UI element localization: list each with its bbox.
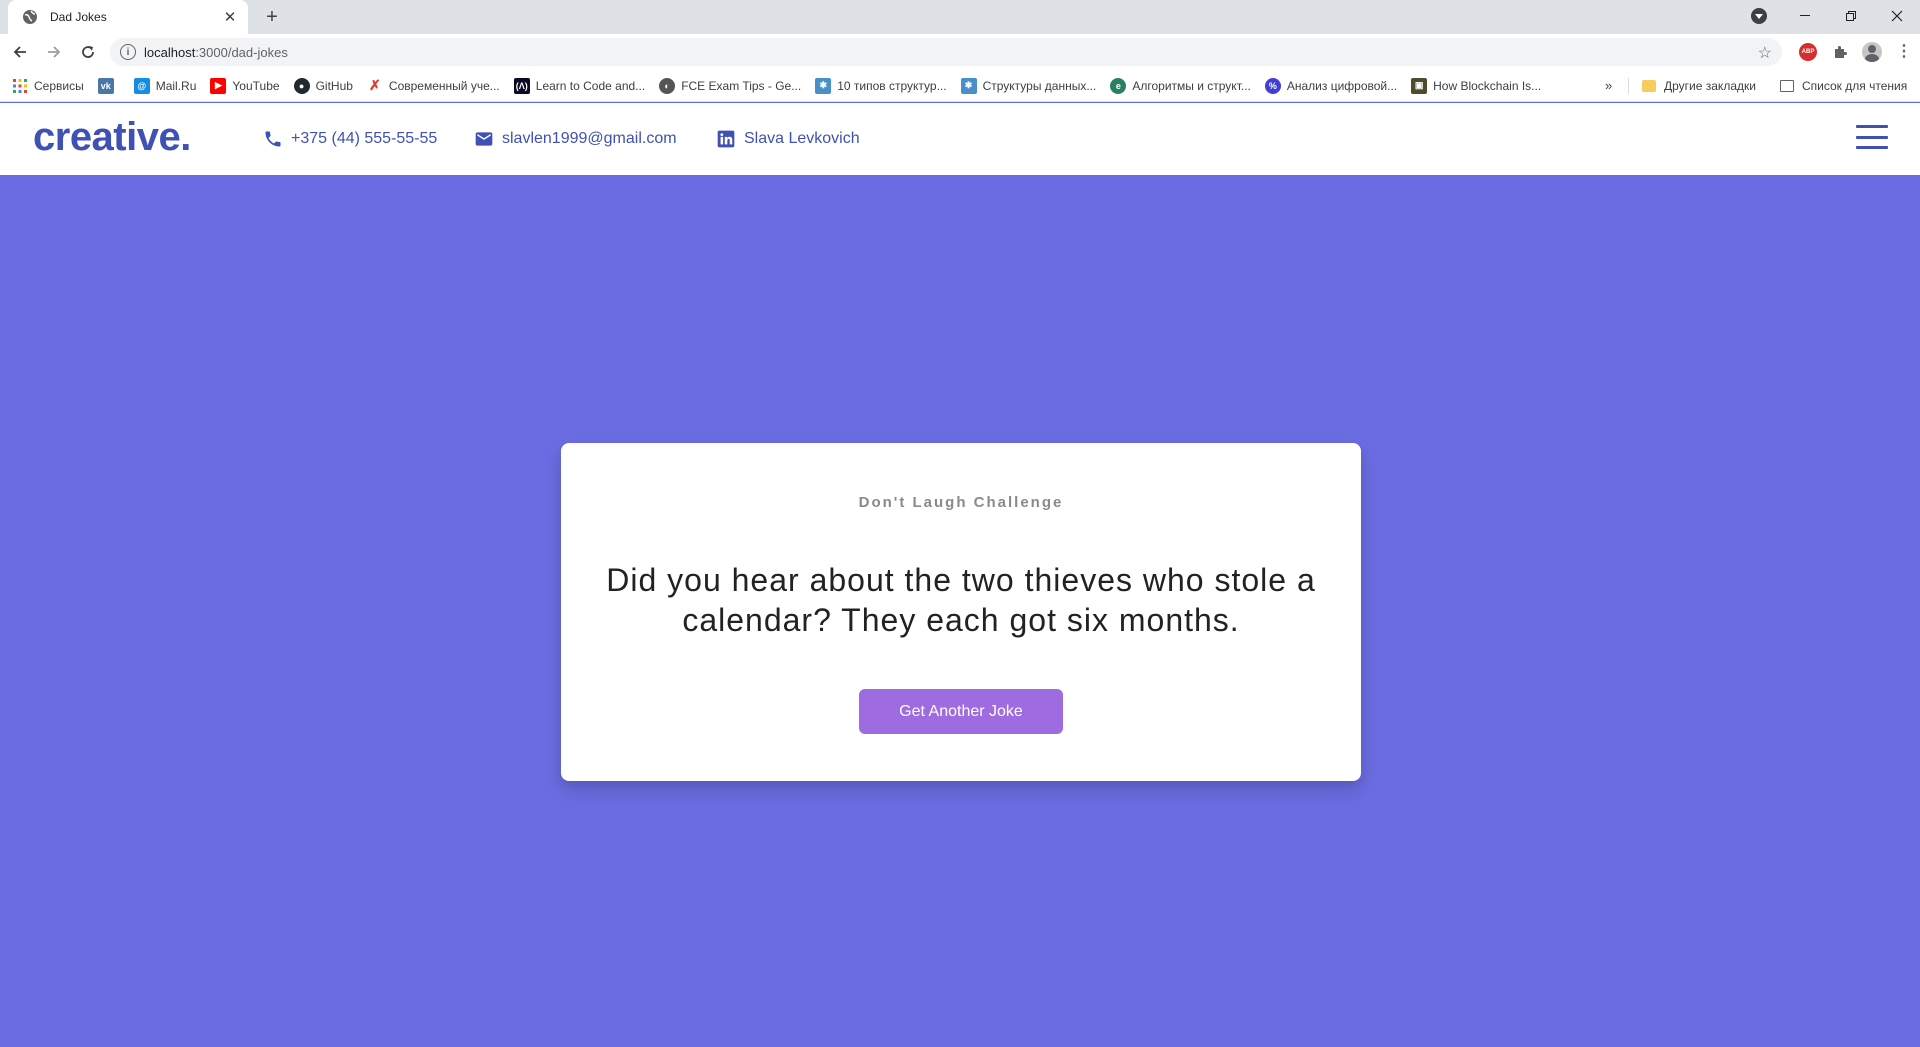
apps-icon xyxy=(12,78,28,94)
reading-list-icon xyxy=(1780,80,1794,92)
browser-tab-bar: Dad Jokes ✕ + xyxy=(0,0,1920,34)
bookmark-icon: e xyxy=(1110,77,1127,94)
site-info-icon[interactable]: i xyxy=(120,44,136,60)
get-another-joke-button[interactable]: Get Another Joke xyxy=(859,689,1063,734)
adblock-icon[interactable]: ABP xyxy=(1792,38,1824,66)
vk-icon: vk xyxy=(97,77,114,94)
hamburger-menu-icon[interactable] xyxy=(1856,123,1888,151)
address-bar[interactable]: i localhost:3000/dad-jokes ☆ xyxy=(110,38,1782,66)
forward-icon[interactable] xyxy=(40,38,68,66)
github-icon: ● xyxy=(293,77,310,94)
chrome-menu-icon[interactable]: ⋮ xyxy=(1888,38,1920,66)
browser-tab[interactable]: Dad Jokes ✕ xyxy=(8,0,248,34)
card-heading: Don't Laugh Challenge xyxy=(858,494,1064,511)
bookmark-github[interactable]: ● GitHub xyxy=(293,77,353,94)
bookmark-icon: ◐ xyxy=(659,77,676,94)
bookmark-item[interactable]: ✗ Современный уче... xyxy=(366,77,500,94)
email-text: slavlen1999@gmail.com xyxy=(502,130,677,147)
close-window-icon[interactable] xyxy=(1874,0,1920,32)
profile-menu-icon[interactable] xyxy=(1736,0,1782,32)
minimize-icon[interactable] xyxy=(1782,0,1828,32)
bookmark-item[interactable]: ◐ FCE Exam Tips - Ge... xyxy=(659,77,801,94)
restore-icon[interactable] xyxy=(1828,0,1874,32)
bookmark-icon: ✱ xyxy=(960,77,977,94)
bookmarks-divider xyxy=(1628,78,1629,94)
url-text: localhost:3000/dad-jokes xyxy=(144,44,288,60)
joke-text: Did you hear about the two thieves who s… xyxy=(606,562,1316,638)
back-icon[interactable] xyxy=(6,38,34,66)
bookmark-item[interactable]: % Анализ цифровой... xyxy=(1264,77,1397,94)
profile-avatar[interactable] xyxy=(1856,38,1888,66)
bookmark-icon: ✱ xyxy=(815,77,832,94)
bookmark-item[interactable]: e Алгоритмы и структ... xyxy=(1110,77,1251,94)
reload-icon[interactable] xyxy=(74,38,102,66)
bookmark-item[interactable]: ✱ Структуры данных... xyxy=(960,77,1096,94)
phone-text: +375 (44) 555-55-55 xyxy=(291,130,438,147)
freecodecamp-icon: (Λ) xyxy=(513,77,530,94)
window-controls xyxy=(1736,0,1920,32)
youtube-icon: ▶ xyxy=(210,77,227,94)
phone-link[interactable]: +375 (44) 555-55-55 xyxy=(263,129,437,149)
bookmark-mailru[interactable]: @ Mail.Ru xyxy=(133,77,196,94)
globe-icon xyxy=(22,9,38,25)
linkedin-link[interactable]: Slava Levkovich xyxy=(716,129,860,149)
bookmark-item[interactable]: ✱ 10 типов структур... xyxy=(815,77,947,94)
bookmark-star-icon[interactable]: ☆ xyxy=(1758,43,1772,63)
reading-list[interactable]: Список для чтения xyxy=(1780,70,1907,102)
browser-toolbar: i localhost:3000/dad-jokes ☆ ABP ⋮ xyxy=(0,34,1920,70)
bookmark-vk[interactable]: vk xyxy=(97,77,120,94)
tab-title: Dad Jokes xyxy=(50,10,107,24)
bookmark-item[interactable]: (Λ) Learn to Code and... xyxy=(513,77,645,94)
bookmark-apps[interactable]: Сервисы xyxy=(12,78,84,94)
phone-icon xyxy=(265,131,281,147)
bookmarks-bar: Сервисы vk @ Mail.Ru ▶ YouTube ● GitHub … xyxy=(0,70,1920,102)
mailru-icon: @ xyxy=(133,77,150,94)
new-tab-icon[interactable]: + xyxy=(260,5,284,29)
bookmark-icon: ▣ xyxy=(1411,77,1428,94)
linkedin-text: Slava Levkovich xyxy=(744,130,860,147)
mail-icon xyxy=(475,132,493,146)
toolbar-actions: ABP ⋮ xyxy=(1792,34,1920,70)
close-tab-icon[interactable]: ✕ xyxy=(222,9,238,26)
joke-card: Don't Laugh Challenge Did you hear about… xyxy=(561,443,1361,781)
bookmark-icon: ✗ xyxy=(366,77,383,94)
extensions-icon[interactable] xyxy=(1824,38,1856,66)
bookmark-icon: % xyxy=(1264,77,1281,94)
site-header: creative. +375 (44) 555-55-55 slavlen199… xyxy=(0,103,1920,175)
linkedin-icon xyxy=(717,130,735,148)
email-link[interactable]: slavlen1999@gmail.com xyxy=(474,129,677,149)
bookmark-youtube[interactable]: ▶ YouTube xyxy=(210,77,280,94)
folder-icon xyxy=(1642,80,1656,92)
bookmarks-overflow-icon[interactable]: » xyxy=(1605,78,1612,93)
bookmark-item[interactable]: ▣ How Blockchain Is... xyxy=(1411,77,1541,94)
site-logo[interactable]: creative. xyxy=(33,115,191,160)
other-bookmarks[interactable]: Другие закладки xyxy=(1642,70,1756,102)
